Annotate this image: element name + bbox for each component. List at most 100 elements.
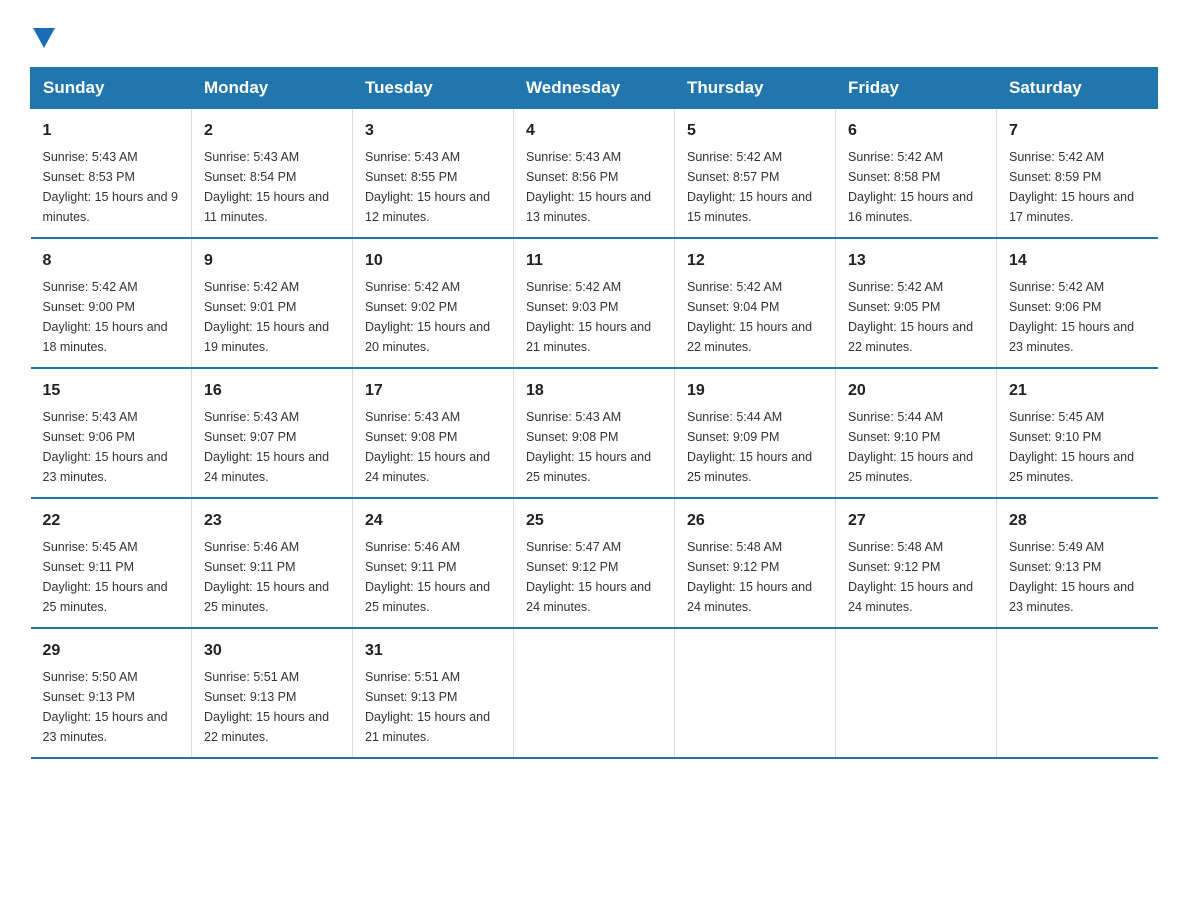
day-info: Sunrise: 5:46 AMSunset: 9:11 PMDaylight:… [204,540,329,614]
day-info: Sunrise: 5:42 AMSunset: 9:02 PMDaylight:… [365,280,490,354]
calendar-cell: 20 Sunrise: 5:44 AMSunset: 9:10 PMDaylig… [836,368,997,498]
calendar-cell: 16 Sunrise: 5:43 AMSunset: 9:07 PMDaylig… [192,368,353,498]
day-info: Sunrise: 5:44 AMSunset: 9:10 PMDaylight:… [848,410,973,484]
day-info: Sunrise: 5:42 AMSunset: 9:03 PMDaylight:… [526,280,651,354]
day-info: Sunrise: 5:42 AMSunset: 9:04 PMDaylight:… [687,280,812,354]
weekday-header-sunday: Sunday [31,68,192,109]
calendar-week-5: 29 Sunrise: 5:50 AMSunset: 9:13 PMDaylig… [31,628,1158,758]
logo-arrow-icon [33,28,55,53]
day-number: 23 [204,509,340,533]
day-number: 25 [526,509,662,533]
calendar-cell: 26 Sunrise: 5:48 AMSunset: 9:12 PMDaylig… [675,498,836,628]
logo [30,30,55,51]
day-number: 14 [1009,249,1146,273]
calendar-week-4: 22 Sunrise: 5:45 AMSunset: 9:11 PMDaylig… [31,498,1158,628]
day-number: 19 [687,379,823,403]
day-number: 21 [1009,379,1146,403]
day-number: 26 [687,509,823,533]
day-number: 12 [687,249,823,273]
day-number: 27 [848,509,984,533]
day-info: Sunrise: 5:43 AMSunset: 9:06 PMDaylight:… [43,410,168,484]
day-info: Sunrise: 5:51 AMSunset: 9:13 PMDaylight:… [365,670,490,744]
day-info: Sunrise: 5:42 AMSunset: 9:01 PMDaylight:… [204,280,329,354]
day-info: Sunrise: 5:50 AMSunset: 9:13 PMDaylight:… [43,670,168,744]
day-info: Sunrise: 5:45 AMSunset: 9:10 PMDaylight:… [1009,410,1134,484]
day-number: 6 [848,119,984,143]
day-number: 4 [526,119,662,143]
calendar-header: SundayMondayTuesdayWednesdayThursdayFrid… [31,68,1158,109]
weekday-header-monday: Monday [192,68,353,109]
weekday-header-wednesday: Wednesday [514,68,675,109]
calendar-cell: 23 Sunrise: 5:46 AMSunset: 9:11 PMDaylig… [192,498,353,628]
day-info: Sunrise: 5:42 AMSunset: 8:57 PMDaylight:… [687,150,812,224]
day-info: Sunrise: 5:44 AMSunset: 9:09 PMDaylight:… [687,410,812,484]
day-number: 29 [43,639,180,663]
day-number: 7 [1009,119,1146,143]
weekday-header-friday: Friday [836,68,997,109]
day-info: Sunrise: 5:45 AMSunset: 9:11 PMDaylight:… [43,540,168,614]
calendar-cell: 10 Sunrise: 5:42 AMSunset: 9:02 PMDaylig… [353,238,514,368]
day-number: 13 [848,249,984,273]
calendar-cell: 13 Sunrise: 5:42 AMSunset: 9:05 PMDaylig… [836,238,997,368]
calendar-cell: 21 Sunrise: 5:45 AMSunset: 9:10 PMDaylig… [997,368,1158,498]
calendar-cell: 1 Sunrise: 5:43 AMSunset: 8:53 PMDayligh… [31,109,192,239]
day-info: Sunrise: 5:48 AMSunset: 9:12 PMDaylight:… [687,540,812,614]
calendar-cell: 18 Sunrise: 5:43 AMSunset: 9:08 PMDaylig… [514,368,675,498]
day-info: Sunrise: 5:42 AMSunset: 8:58 PMDaylight:… [848,150,973,224]
calendar-cell: 15 Sunrise: 5:43 AMSunset: 9:06 PMDaylig… [31,368,192,498]
calendar-cell: 5 Sunrise: 5:42 AMSunset: 8:57 PMDayligh… [675,109,836,239]
calendar-cell: 2 Sunrise: 5:43 AMSunset: 8:54 PMDayligh… [192,109,353,239]
day-info: Sunrise: 5:42 AMSunset: 9:05 PMDaylight:… [848,280,973,354]
weekday-header-saturday: Saturday [997,68,1158,109]
day-info: Sunrise: 5:42 AMSunset: 9:06 PMDaylight:… [1009,280,1134,354]
day-info: Sunrise: 5:43 AMSunset: 9:08 PMDaylight:… [526,410,651,484]
calendar-cell [675,628,836,758]
day-number: 1 [43,119,180,143]
page-header [30,30,1158,51]
day-number: 20 [848,379,984,403]
day-info: Sunrise: 5:47 AMSunset: 9:12 PMDaylight:… [526,540,651,614]
calendar-week-2: 8 Sunrise: 5:42 AMSunset: 9:00 PMDayligh… [31,238,1158,368]
calendar-cell: 6 Sunrise: 5:42 AMSunset: 8:58 PMDayligh… [836,109,997,239]
day-number: 16 [204,379,340,403]
calendar-cell: 7 Sunrise: 5:42 AMSunset: 8:59 PMDayligh… [997,109,1158,239]
day-info: Sunrise: 5:43 AMSunset: 9:07 PMDaylight:… [204,410,329,484]
calendar-week-1: 1 Sunrise: 5:43 AMSunset: 8:53 PMDayligh… [31,109,1158,239]
calendar-body: 1 Sunrise: 5:43 AMSunset: 8:53 PMDayligh… [31,109,1158,759]
calendar-cell: 8 Sunrise: 5:42 AMSunset: 9:00 PMDayligh… [31,238,192,368]
calendar-cell: 17 Sunrise: 5:43 AMSunset: 9:08 PMDaylig… [353,368,514,498]
calendar-cell: 29 Sunrise: 5:50 AMSunset: 9:13 PMDaylig… [31,628,192,758]
day-info: Sunrise: 5:42 AMSunset: 9:00 PMDaylight:… [43,280,168,354]
calendar-cell: 3 Sunrise: 5:43 AMSunset: 8:55 PMDayligh… [353,109,514,239]
calendar-cell: 11 Sunrise: 5:42 AMSunset: 9:03 PMDaylig… [514,238,675,368]
day-info: Sunrise: 5:49 AMSunset: 9:13 PMDaylight:… [1009,540,1134,614]
day-number: 22 [43,509,180,533]
weekday-header-row: SundayMondayTuesdayWednesdayThursdayFrid… [31,68,1158,109]
weekday-header-thursday: Thursday [675,68,836,109]
day-number: 9 [204,249,340,273]
calendar-cell: 14 Sunrise: 5:42 AMSunset: 9:06 PMDaylig… [997,238,1158,368]
day-info: Sunrise: 5:42 AMSunset: 8:59 PMDaylight:… [1009,150,1134,224]
day-number: 17 [365,379,501,403]
calendar-cell: 27 Sunrise: 5:48 AMSunset: 9:12 PMDaylig… [836,498,997,628]
day-info: Sunrise: 5:48 AMSunset: 9:12 PMDaylight:… [848,540,973,614]
calendar-cell: 22 Sunrise: 5:45 AMSunset: 9:11 PMDaylig… [31,498,192,628]
calendar-cell [997,628,1158,758]
calendar-cell: 31 Sunrise: 5:51 AMSunset: 9:13 PMDaylig… [353,628,514,758]
day-number: 31 [365,639,501,663]
day-number: 2 [204,119,340,143]
day-info: Sunrise: 5:43 AMSunset: 8:54 PMDaylight:… [204,150,329,224]
calendar-table: SundayMondayTuesdayWednesdayThursdayFrid… [30,67,1158,759]
day-number: 18 [526,379,662,403]
day-info: Sunrise: 5:51 AMSunset: 9:13 PMDaylight:… [204,670,329,744]
day-number: 28 [1009,509,1146,533]
calendar-cell: 9 Sunrise: 5:42 AMSunset: 9:01 PMDayligh… [192,238,353,368]
day-info: Sunrise: 5:43 AMSunset: 8:53 PMDaylight:… [43,150,179,224]
day-number: 15 [43,379,180,403]
day-number: 11 [526,249,662,273]
calendar-week-3: 15 Sunrise: 5:43 AMSunset: 9:06 PMDaylig… [31,368,1158,498]
weekday-header-tuesday: Tuesday [353,68,514,109]
day-number: 10 [365,249,501,273]
calendar-cell: 24 Sunrise: 5:46 AMSunset: 9:11 PMDaylig… [353,498,514,628]
day-info: Sunrise: 5:43 AMSunset: 8:56 PMDaylight:… [526,150,651,224]
